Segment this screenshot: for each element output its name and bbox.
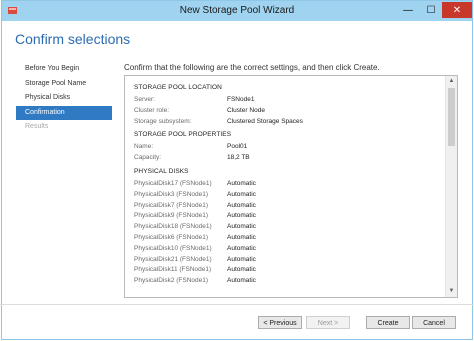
- disk-allocation: Automatic: [227, 201, 256, 209]
- previous-button[interactable]: < Previous: [258, 316, 302, 329]
- disk-allocation: Automatic: [227, 223, 256, 231]
- disk-row: PhysicalDisk18 (FSNode1) Automatic: [134, 222, 441, 233]
- vertical-scrollbar[interactable]: ▲ ▼: [445, 76, 457, 297]
- disk-row: PhysicalDisk6 (FSNode1) Automatic: [134, 233, 441, 244]
- detail-key: Cluster role:: [134, 106, 170, 114]
- disk-row: PhysicalDisk17 (FSNode1) Automatic: [134, 179, 441, 190]
- detail-value: 18,2 TB: [227, 154, 250, 162]
- detail-key: Server:: [134, 96, 155, 103]
- disk-allocation: Automatic: [227, 233, 256, 241]
- disk-allocation: Automatic: [227, 244, 256, 252]
- disk-name: PhysicalDisk6 (FSNode1): [134, 233, 209, 241]
- detail-row: Capacity: 18,2 TB: [134, 153, 441, 164]
- detail-key: Name:: [134, 143, 154, 151]
- detail-key: Capacity:: [134, 154, 162, 162]
- next-button: Next >: [306, 316, 350, 329]
- disk-allocation: Automatic: [227, 266, 256, 274]
- disk-allocation: Automatic: [227, 255, 256, 263]
- disk-name: PhysicalDisk11 (FSNode1): [134, 266, 212, 274]
- scroll-down-arrow-icon[interactable]: ▼: [446, 286, 457, 297]
- minimize-button[interactable]: —: [396, 2, 420, 18]
- instruction-text: Confirm that the following are the corre…: [124, 63, 380, 72]
- disk-name: PhysicalDisk9 (FSNode1): [134, 212, 209, 220]
- disk-allocation: Automatic: [227, 179, 256, 187]
- section-title-disks: PHYSICAL DISKS: [134, 167, 189, 175]
- disk-row: PhysicalDisk9 (FSNode1) Automatic: [134, 211, 441, 222]
- disk-name: PhysicalDisk17 (FSNode1): [134, 179, 212, 187]
- detail-value: Pool01: [227, 143, 248, 151]
- detail-row: Name: Pool01: [134, 142, 441, 153]
- maximize-button[interactable]: ☐: [420, 2, 442, 18]
- section-title-location: STORAGE POOL LOCATION: [134, 84, 222, 91]
- scrollbar-thumb[interactable]: [448, 88, 455, 146]
- disk-allocation: Automatic: [227, 212, 256, 220]
- detail-row: Server: FSNode1: [134, 95, 441, 106]
- detail-value: Clustered Storage Spaces: [227, 117, 303, 125]
- disk-row: PhysicalDisk7 (FSNode1) Automatic: [134, 201, 441, 212]
- disk-allocation: Automatic: [227, 190, 256, 198]
- disk-row: PhysicalDisk3 (FSNode1) Automatic: [134, 190, 441, 201]
- disk-allocation: Automatic: [227, 277, 256, 285]
- scroll-up-arrow-icon[interactable]: ▲: [446, 76, 457, 87]
- disk-name: PhysicalDisk21 (FSNode1): [134, 255, 212, 263]
- detail-row: Storage subsystem: Clustered Storage Spac…: [134, 117, 441, 128]
- section-title-properties: STORAGE POOL PROPERTIES: [134, 131, 232, 139]
- disk-row: PhysicalDisk2 (FSNode1) Automatic: [134, 276, 441, 287]
- disk-row: PhysicalDisk21 (FSNode1) Automatic: [134, 255, 441, 266]
- disk-name: PhysicalDisk10 (FSNode1): [134, 244, 212, 252]
- detail-value: FSNode1: [227, 96, 255, 103]
- disk-name: PhysicalDisk7 (FSNode1): [134, 201, 209, 209]
- close-button[interactable]: ✕: [442, 2, 472, 18]
- disk-name: PhysicalDisk3 (FSNode1): [134, 190, 209, 198]
- nav-item-storage-pool-name[interactable]: Storage Pool Name: [16, 77, 112, 91]
- nav-item-before-you-begin[interactable]: Before You Begin: [16, 62, 112, 76]
- detail-key: Storage subsystem:: [134, 117, 192, 125]
- disk-name: PhysicalDisk18 (FSNode1): [134, 223, 212, 231]
- page-title: Confirm selections: [15, 31, 131, 47]
- disk-row: PhysicalDisk11 (FSNode1) Automatic: [134, 265, 441, 276]
- nav-item-results: Results: [25, 123, 49, 130]
- nav-item-physical-disks[interactable]: Physical Disks: [16, 91, 112, 105]
- wizard-nav: Before You Begin Storage Pool Name Physi…: [16, 62, 112, 135]
- confirmation-panel: STORAGE POOL LOCATION Server: FSNode1 Clu…: [124, 75, 458, 298]
- title-bar[interactable]: New Storage Pool Wizard — ☐ ✕: [2, 1, 472, 21]
- cancel-button[interactable]: Cancel: [412, 316, 456, 329]
- disk-name: PhysicalDisk2 (FSNode1): [134, 277, 209, 285]
- create-button[interactable]: Create: [366, 316, 410, 329]
- detail-value: Cluster Node: [227, 106, 265, 114]
- detail-row: Cluster role: Cluster Node: [134, 106, 441, 117]
- main-content: Confirm that the following are the corre…: [124, 60, 460, 72]
- footer-divider: [0, 304, 474, 305]
- disk-row: PhysicalDisk10 (FSNode1) Automatic: [134, 244, 441, 255]
- nav-item-confirmation[interactable]: Confirmation: [16, 105, 112, 120]
